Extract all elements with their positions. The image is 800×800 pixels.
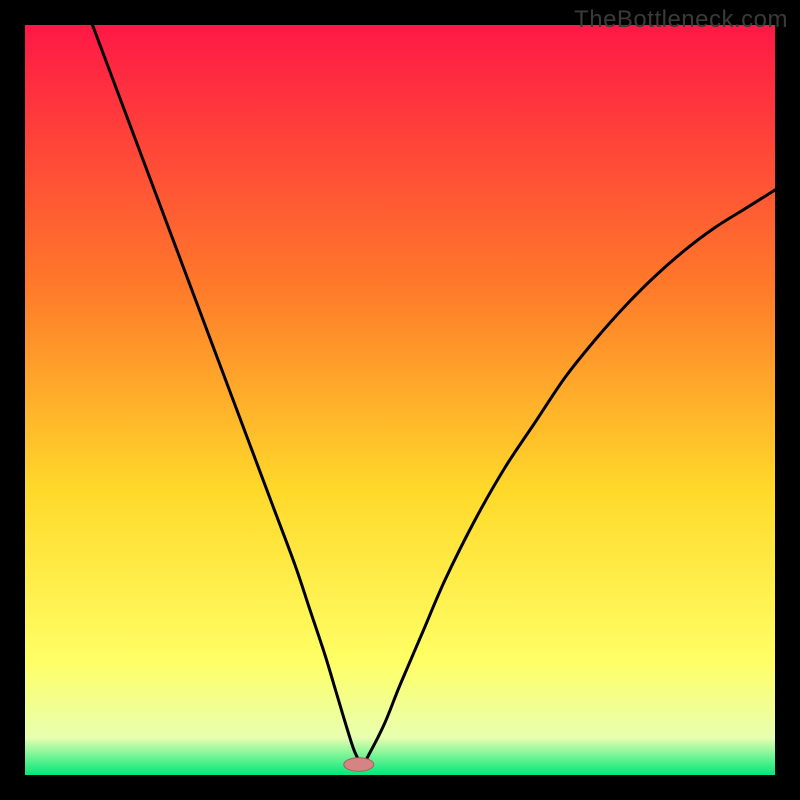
optimum-marker	[344, 758, 374, 772]
gradient-background	[25, 25, 775, 775]
watermark-text: TheBottleneck.com	[574, 6, 788, 34]
chart-frame: TheBottleneck.com	[0, 0, 800, 800]
gradient-plot	[25, 25, 775, 775]
plot-svg	[25, 25, 775, 775]
